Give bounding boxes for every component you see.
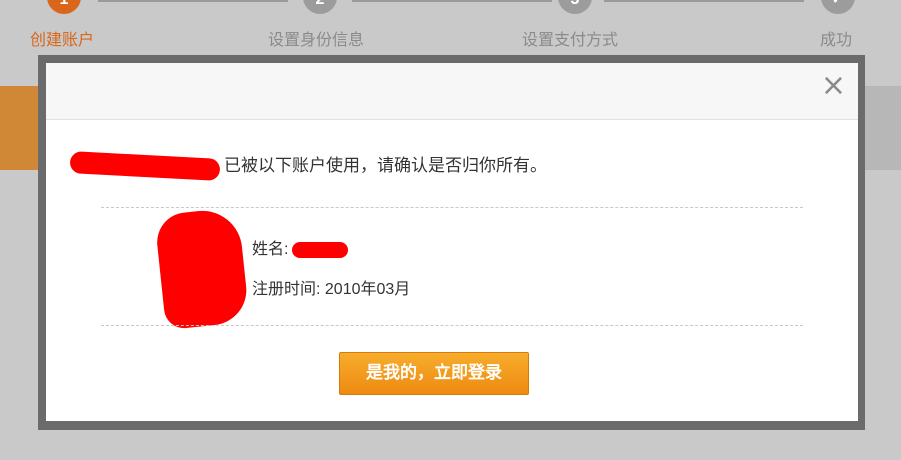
divider bbox=[101, 207, 803, 208]
step-2-icon: 2 bbox=[303, 0, 337, 14]
close-icon[interactable]: × bbox=[821, 71, 846, 101]
step-4-label: 成功 bbox=[820, 32, 853, 49]
step-2-label: 设置身份信息 bbox=[268, 32, 365, 49]
register-label: 注册时间: bbox=[252, 281, 321, 298]
dialog-message: 已被以下账户使用，请确认是否归你所有。 bbox=[69, 151, 547, 181]
register-value: 2010年03月 bbox=[324, 281, 411, 298]
redacted-identifier bbox=[69, 151, 221, 181]
step-connector bbox=[352, 0, 552, 2]
name-label: 姓名: bbox=[252, 241, 289, 258]
step-connector bbox=[604, 0, 804, 2]
step-1-label: 创建账户 bbox=[30, 32, 95, 49]
account-register-row: 注册时间: 2010年03月 bbox=[252, 275, 410, 299]
step-4-icon: ✓ bbox=[821, 0, 855, 14]
step-connector bbox=[98, 0, 288, 2]
confirm-login-button[interactable]: 是我的，立即登录 bbox=[339, 352, 529, 395]
progress-steps: 1 创建账户 2 设置身份信息 3 设置支付方式 ✓ 成功 bbox=[0, 0, 901, 60]
divider bbox=[101, 325, 803, 326]
step-1-icon: 1 bbox=[47, 0, 81, 14]
account-name-row: 姓名: bbox=[252, 235, 349, 259]
dialog-header: × bbox=[46, 63, 858, 120]
redacted-avatar bbox=[154, 206, 250, 331]
message-text: 已被以下账户使用，请确认是否归你所有。 bbox=[224, 156, 547, 176]
step-3-label: 设置支付方式 bbox=[522, 32, 619, 49]
redacted-name bbox=[292, 241, 349, 258]
step-3-icon: 3 bbox=[558, 0, 592, 14]
account-confirm-dialog: × 已被以下账户使用，请确认是否归你所有。 姓名: 注册时间: 2010年03月… bbox=[46, 63, 858, 421]
